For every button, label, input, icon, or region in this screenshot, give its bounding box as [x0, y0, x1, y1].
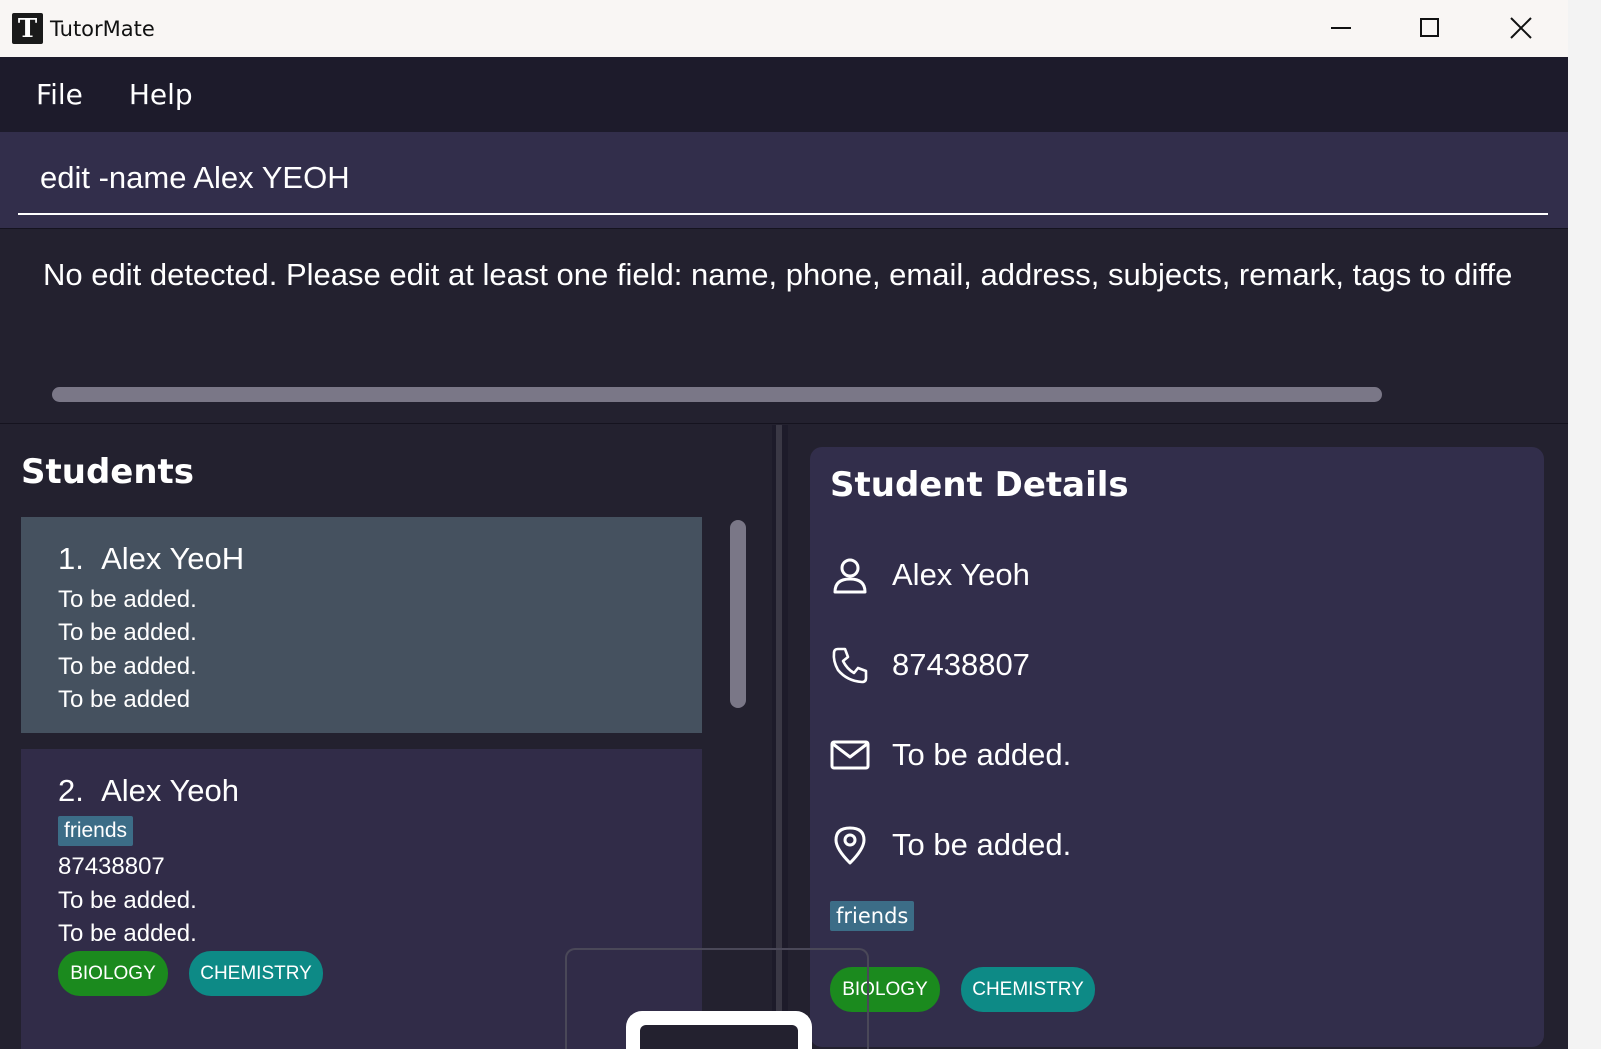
student-card-name-text: Alex YeoH [101, 541, 245, 576]
student-details-panel: Student Details Alex Yeoh 87438807 To be… [810, 447, 1544, 1047]
window-title: TutorMate [50, 16, 155, 41]
result-display: No edit detected. Please edit at least o… [0, 228, 1568, 424]
menu-bar: File Help [0, 57, 1568, 132]
detail-phone: 87438807 [892, 647, 1030, 682]
student-card-index: 1. [58, 541, 84, 576]
close-button[interactable] [1498, 6, 1544, 50]
title-bar: T TutorMate [0, 0, 1568, 57]
app-window: T TutorMate File Help edit -name Alex YE… [0, 0, 1568, 1049]
app-logo-icon: T [12, 13, 43, 44]
student-card-index: 2. [58, 773, 84, 808]
menu-help[interactable]: Help [129, 78, 193, 111]
student-card-name: 1. Alex YeoH [58, 541, 244, 577]
maximize-icon [1420, 18, 1439, 37]
minimize-button[interactable] [1318, 6, 1364, 50]
student-card-phone: To be added. [58, 586, 197, 613]
command-underline [18, 213, 1548, 215]
detail-name: Alex Yeoh [892, 557, 1030, 592]
student-card-remark: To be added [58, 686, 191, 713]
command-input[interactable]: edit -name Alex YEOH [40, 160, 350, 196]
detail-email: To be added. [892, 737, 1072, 772]
detail-address: To be added. [892, 827, 1072, 862]
phone-icon [832, 647, 868, 684]
location-pin-icon [834, 826, 866, 865]
subject-pill-biology: BIOLOGY [58, 951, 168, 996]
student-card-name: 2. Alex Yeoh [58, 773, 239, 809]
tag-badge: friends [830, 901, 915, 931]
students-heading: Students [21, 452, 195, 492]
overlay-popup-inner [640, 1025, 798, 1049]
student-card-address: To be added. [58, 619, 197, 646]
student-card-address: To be added. [58, 887, 197, 914]
tag-badge: friends [58, 816, 134, 846]
student-card-email: To be added. [58, 653, 197, 680]
menu-file[interactable]: File [36, 78, 83, 111]
result-horizontal-scrollbar[interactable] [52, 387, 1382, 402]
result-message: No edit detected. Please edit at least o… [43, 257, 1513, 292]
student-list-scrollbar[interactable] [730, 520, 746, 708]
subject-pill-chemistry: CHEMISTRY [961, 967, 1095, 1012]
desktop-background [1568, 0, 1601, 1049]
maximize-button[interactable] [1407, 6, 1453, 50]
person-icon [833, 558, 867, 594]
student-card-phone: 87438807 [58, 853, 165, 880]
mail-icon [830, 740, 870, 770]
student-card-name-text: Alex Yeoh [101, 773, 240, 808]
student-card-email: To be added. [58, 920, 197, 947]
details-heading: Student Details [830, 465, 1129, 505]
student-card-1[interactable]: 1. Alex YeoH To be added. To be added. T… [21, 517, 702, 733]
subject-pill-chemistry: CHEMISTRY [189, 951, 323, 996]
close-icon [1510, 17, 1532, 39]
minimize-icon [1331, 27, 1351, 29]
